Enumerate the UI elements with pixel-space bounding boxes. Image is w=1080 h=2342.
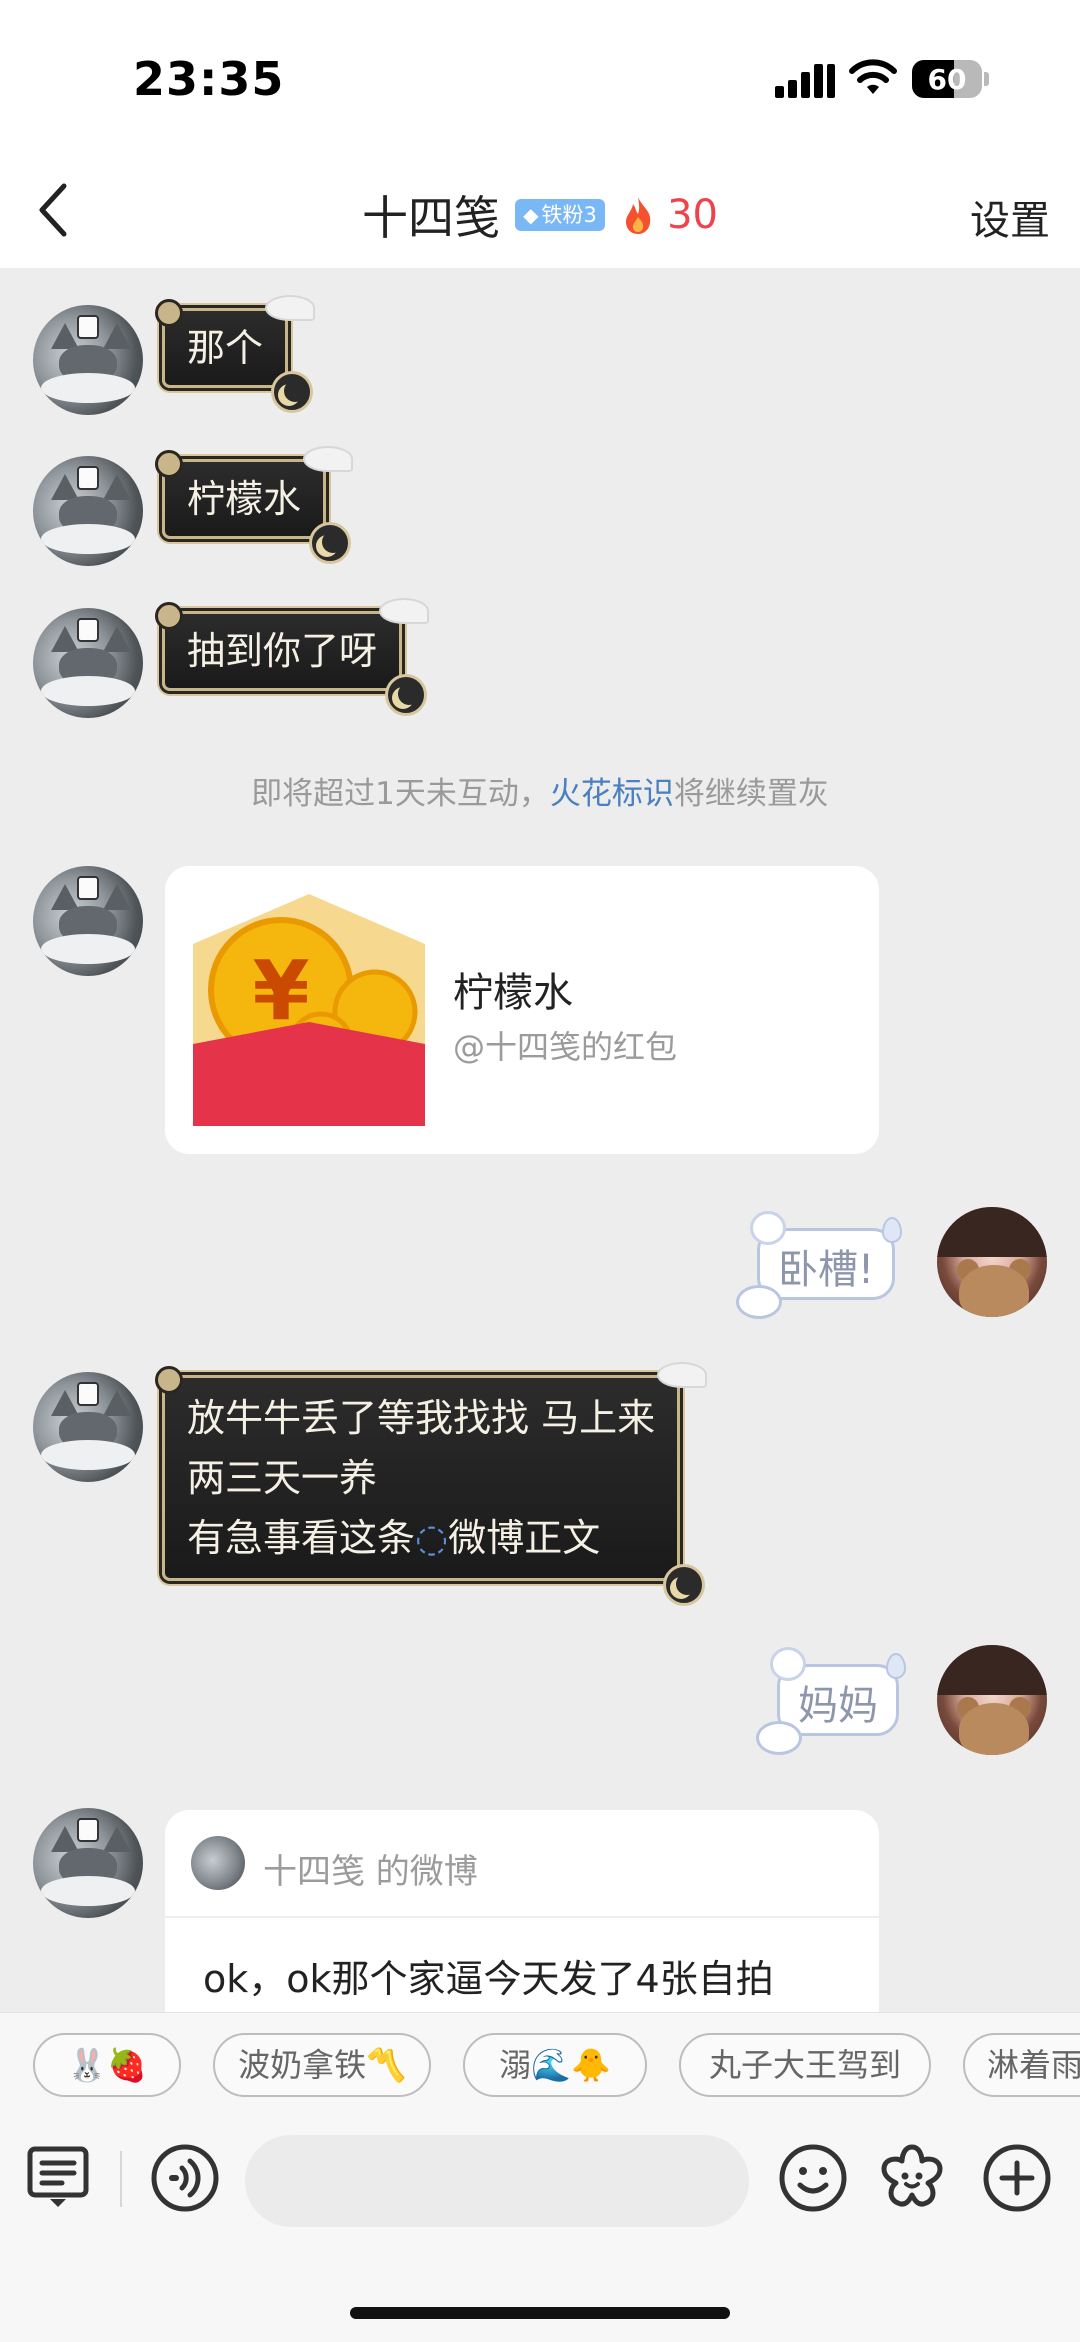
message-bubble[interactable]: 那个 [155,295,316,413]
settings-button[interactable]: 设置 [970,188,1050,246]
plus-icon[interactable] [982,2143,1052,2213]
voice-icon[interactable] [150,2143,220,2213]
message-text: 柠檬水 [187,477,302,521]
wifi-icon [849,59,897,94]
message-line: 放牛牛丢了等我找找 马上来 [187,1396,656,1440]
red-packet-title: 柠檬水 [453,970,573,1016]
system-tip: 即将超过1天未互动，火花标识将继续置灰 [0,768,1080,813]
red-packet-card[interactable]: ¥ 柠檬水 @十四笺的红包 [165,866,879,1154]
flower-deco-icon [155,1366,183,1394]
contact-avatar[interactable] [33,456,143,566]
message-text: 抽到你了呀 [187,629,378,673]
red-packet-icon: ¥ [193,894,425,1126]
my-avatar[interactable] [937,1207,1047,1317]
moon-deco-icon [663,1564,706,1606]
wing-deco-icon [657,1362,708,1388]
my-message-bubble[interactable]: 卧槽! [736,1211,903,1319]
cloud-deco-icon [770,1647,806,1681]
message-bubble[interactable]: 柠檬水 [155,446,354,564]
cellular-signal-icon [775,62,835,98]
flame-icon [625,197,651,234]
message-line: 有急事看这条 [187,1516,416,1560]
quick-reply-chip[interactable]: 淋着雨 [963,2033,1080,2097]
contact-avatar[interactable] [33,1808,143,1918]
quick-reply-chip[interactable]: 溺🌊🐥 [463,2033,647,2097]
battery-tip [984,72,989,86]
weibo-author-avatar [191,1836,245,1890]
spark-count: 30 [667,192,718,238]
diamond-icon: ◆ [523,203,539,227]
quick-reply-chip[interactable]: 丸子大王驾到 [679,2033,931,2097]
quick-reply-chip[interactable]: 波奶拿铁〽️ [213,2033,431,2097]
wing-deco-icon [265,295,316,321]
status-time: 23:35 [133,52,285,106]
fan-level-badge: ◆ 铁粉3 [515,199,605,231]
divider [120,2151,122,2207]
moon-deco-icon [385,674,428,716]
status-bar: 23:35 60 [0,0,1080,150]
contact-avatar[interactable] [33,608,143,718]
chat-title: 十四笺 [362,191,501,245]
weibo-share-card[interactable]: 十四笺 的微博 ok，ok那个家逼今天发了4张自拍 [165,1810,879,2012]
message-text: 那个 [187,326,264,370]
quick-reply-bar: 🐰🍓 波奶拿铁〽️ 溺🌊🐥 丸子大王驾到 淋着雨 [0,2012,1080,2118]
battery-percent: 60 [927,63,967,96]
weibo-link-icon: ◌ [415,1516,449,1560]
contact-avatar[interactable] [33,1372,143,1482]
moon-deco-icon [309,522,352,564]
weibo-card-body: ok，ok那个家逼今天发了4张自拍 [203,1957,774,2001]
spark-badge-link[interactable]: 火花标识 [550,776,674,812]
drop-deco-icon [882,1217,903,1243]
message-input[interactable] [245,2135,749,2227]
wing-deco-icon [303,446,354,472]
divider [165,1916,879,1918]
cloud-deco-icon [750,1211,786,1245]
message-line: 两三天一养 [187,1456,378,1500]
quick-reply-chip[interactable]: 🐰🍓 [33,2033,181,2097]
weibo-post-link[interactable]: 微博正文 [448,1516,600,1560]
weibo-card-header: 十四笺 的微博 [263,1852,478,1892]
drop-deco-icon [886,1653,906,1679]
chat-title-group[interactable]: 十四笺 ◆ 铁粉3 30 [0,182,1080,248]
system-tip-text-end: 将继续置灰 [673,776,829,812]
message-text: 妈妈 [798,1683,878,1729]
message-input-bar [0,2117,1080,2342]
flower-deco-icon [155,450,183,478]
contact-avatar[interactable] [33,866,143,976]
cloud-deco-icon [736,1285,782,1319]
cloud-deco-icon [756,1721,802,1755]
flower-sticker-icon[interactable] [876,2141,948,2213]
my-avatar[interactable] [937,1645,1047,1755]
my-message-bubble[interactable]: 妈妈 [756,1647,906,1755]
flower-deco-icon [155,602,183,630]
moon-deco-icon [271,371,314,413]
home-indicator [350,2307,730,2319]
emoji-icon[interactable] [778,2143,848,2213]
keyboard-menu-icon[interactable] [26,2145,90,2211]
message-bubble[interactable]: 放牛牛丢了等我找找 马上来 两三天一养 有急事看这条◌微博正文 [155,1362,708,1606]
system-tip-text: 即将超过1天未互动， [251,776,550,812]
message-text: 卧槽! [778,1247,875,1293]
fan-level-label: 铁粉3 [541,203,597,227]
message-bubble[interactable]: 抽到你了呀 [155,598,430,716]
contact-avatar[interactable] [33,305,143,415]
flower-deco-icon [155,299,183,327]
wing-deco-icon [379,598,430,624]
chat-header: 十四笺 ◆ 铁粉3 30 设置 [0,150,1080,268]
red-packet-subtitle: @十四笺的红包 [453,1028,678,1066]
battery-icon: 60 [912,60,982,98]
